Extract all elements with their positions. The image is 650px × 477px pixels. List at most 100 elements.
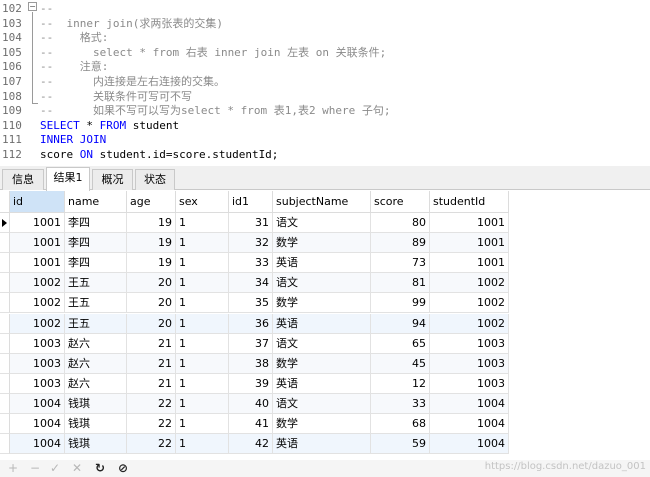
cell-age[interactable]: 22 xyxy=(127,414,176,434)
cell-id[interactable]: 1001 xyxy=(10,253,65,274)
column-header-sex[interactable]: sex xyxy=(176,191,229,213)
tab-4[interactable]: 状态 xyxy=(135,169,175,190)
tab-3[interactable]: 概况 xyxy=(92,169,133,190)
cell-subjectname[interactable]: 英语 xyxy=(273,313,371,334)
cell-subjectname[interactable]: 语文 xyxy=(273,273,371,294)
cell-score[interactable]: 68 xyxy=(371,414,430,434)
cell-id1[interactable]: 32 xyxy=(229,233,273,254)
cell-id1[interactable]: 41 xyxy=(229,414,273,434)
cell-sex[interactable]: 1 xyxy=(176,233,229,254)
cell-studentid[interactable]: 1004 xyxy=(430,393,509,414)
cell-sex[interactable]: 1 xyxy=(176,373,229,394)
row-indicator[interactable] xyxy=(0,273,10,294)
cell-sex[interactable]: 1 xyxy=(176,293,229,314)
cell-score[interactable]: 45 xyxy=(371,353,430,374)
cell-id[interactable]: 1002 xyxy=(10,293,65,314)
cell-name[interactable]: 赵六 xyxy=(65,373,127,394)
row-indicator[interactable] xyxy=(0,393,10,414)
cell-id[interactable]: 1003 xyxy=(10,373,65,394)
cell-studentid[interactable]: 1001 xyxy=(430,253,509,274)
cell-age[interactable]: 19 xyxy=(127,233,176,254)
cell-studentid[interactable]: 1002 xyxy=(430,293,509,314)
cell-score[interactable]: 99 xyxy=(371,293,430,314)
cell-sex[interactable]: 1 xyxy=(176,333,229,354)
cell-sex[interactable]: 1 xyxy=(176,213,229,233)
cell-id1[interactable]: 40 xyxy=(229,393,273,414)
cell-name[interactable]: 钱琪 xyxy=(65,393,127,414)
tab-2[interactable]: 结果1 xyxy=(46,167,90,191)
tab-1[interactable]: 信息 xyxy=(2,169,44,190)
cell-subjectname[interactable]: 英语 xyxy=(273,253,371,274)
cell-age[interactable]: 21 xyxy=(127,373,176,394)
cell-subjectname[interactable]: 数学 xyxy=(273,353,371,374)
row-indicator[interactable] xyxy=(0,213,10,233)
cell-age[interactable]: 20 xyxy=(127,313,176,334)
cell-name[interactable]: 钱琪 xyxy=(65,414,127,434)
cell-score[interactable]: 65 xyxy=(371,333,430,354)
cell-name[interactable]: 赵六 xyxy=(65,353,127,374)
cell-studentid[interactable]: 1002 xyxy=(430,313,509,334)
cell-sex[interactable]: 1 xyxy=(176,414,229,434)
check-icon[interactable]: ✓ xyxy=(48,461,62,475)
cancel-icon[interactable]: ✕ xyxy=(70,461,84,475)
cell-name[interactable]: 王五 xyxy=(65,293,127,314)
cell-name[interactable]: 王五 xyxy=(65,313,127,334)
cell-score[interactable]: 89 xyxy=(371,233,430,254)
column-header-score[interactable]: score xyxy=(371,191,430,213)
cell-sex[interactable]: 1 xyxy=(176,353,229,374)
row-indicator[interactable] xyxy=(0,434,10,455)
stop-icon[interactable]: ⊘ xyxy=(116,461,130,475)
cell-sex[interactable]: 1 xyxy=(176,434,229,455)
cell-id1[interactable]: 39 xyxy=(229,373,273,394)
cell-subjectname[interactable]: 数学 xyxy=(273,293,371,314)
cell-id1[interactable]: 31 xyxy=(229,213,273,233)
cell-id[interactable]: 1003 xyxy=(10,353,65,374)
cell-age[interactable]: 20 xyxy=(127,273,176,294)
cell-score[interactable]: 80 xyxy=(371,213,430,233)
cell-studentid[interactable]: 1004 xyxy=(430,414,509,434)
row-indicator[interactable] xyxy=(0,353,10,374)
cell-age[interactable]: 22 xyxy=(127,393,176,414)
cell-name[interactable]: 李四 xyxy=(65,233,127,254)
cell-score[interactable]: 81 xyxy=(371,273,430,294)
row-indicator[interactable] xyxy=(0,253,10,274)
cell-id1[interactable]: 33 xyxy=(229,253,273,274)
cell-studentid[interactable]: 1003 xyxy=(430,353,509,374)
row-indicator[interactable] xyxy=(0,233,10,254)
cell-id[interactable]: 1004 xyxy=(10,434,65,455)
refresh-icon[interactable]: ↻ xyxy=(93,461,107,475)
row-indicator[interactable] xyxy=(0,373,10,394)
cell-name[interactable]: 王五 xyxy=(65,273,127,294)
cell-name[interactable]: 李四 xyxy=(65,213,127,233)
cell-id[interactable]: 1001 xyxy=(10,213,65,233)
cell-name[interactable]: 赵六 xyxy=(65,333,127,354)
cell-subjectname[interactable]: 语文 xyxy=(273,213,371,233)
cell-name[interactable]: 钱琪 xyxy=(65,434,127,455)
cell-id1[interactable]: 42 xyxy=(229,434,273,455)
minus-icon[interactable]: − xyxy=(28,461,42,475)
cell-id[interactable]: 1003 xyxy=(10,333,65,354)
cell-id[interactable]: 1002 xyxy=(10,313,65,334)
cell-studentid[interactable]: 1002 xyxy=(430,273,509,294)
cell-subjectname[interactable]: 英语 xyxy=(273,434,371,455)
cell-name[interactable]: 李四 xyxy=(65,253,127,274)
cell-id[interactable]: 1004 xyxy=(10,393,65,414)
cell-studentid[interactable]: 1001 xyxy=(430,213,509,233)
cell-id[interactable]: 1002 xyxy=(10,273,65,294)
sql-editor[interactable]: − 102 -- 103 -- inner join(求两张表的交集) 104 -- 格式… xyxy=(0,0,650,164)
cell-studentid[interactable]: 1004 xyxy=(430,434,509,455)
column-header-name[interactable]: name xyxy=(65,191,127,213)
cell-score[interactable]: 12 xyxy=(371,373,430,394)
column-header-id[interactable]: id xyxy=(10,191,65,213)
row-indicator[interactable] xyxy=(0,313,10,334)
cell-age[interactable]: 22 xyxy=(127,434,176,455)
cell-id1[interactable]: 38 xyxy=(229,353,273,374)
cell-age[interactable]: 19 xyxy=(127,253,176,274)
cell-subjectname[interactable]: 英语 xyxy=(273,373,371,394)
cell-id1[interactable]: 37 xyxy=(229,333,273,354)
row-indicator[interactable] xyxy=(0,414,10,434)
cell-score[interactable]: 73 xyxy=(371,253,430,274)
cell-age[interactable]: 20 xyxy=(127,293,176,314)
cell-age[interactable]: 19 xyxy=(127,213,176,233)
column-header-age[interactable]: age xyxy=(127,191,176,213)
